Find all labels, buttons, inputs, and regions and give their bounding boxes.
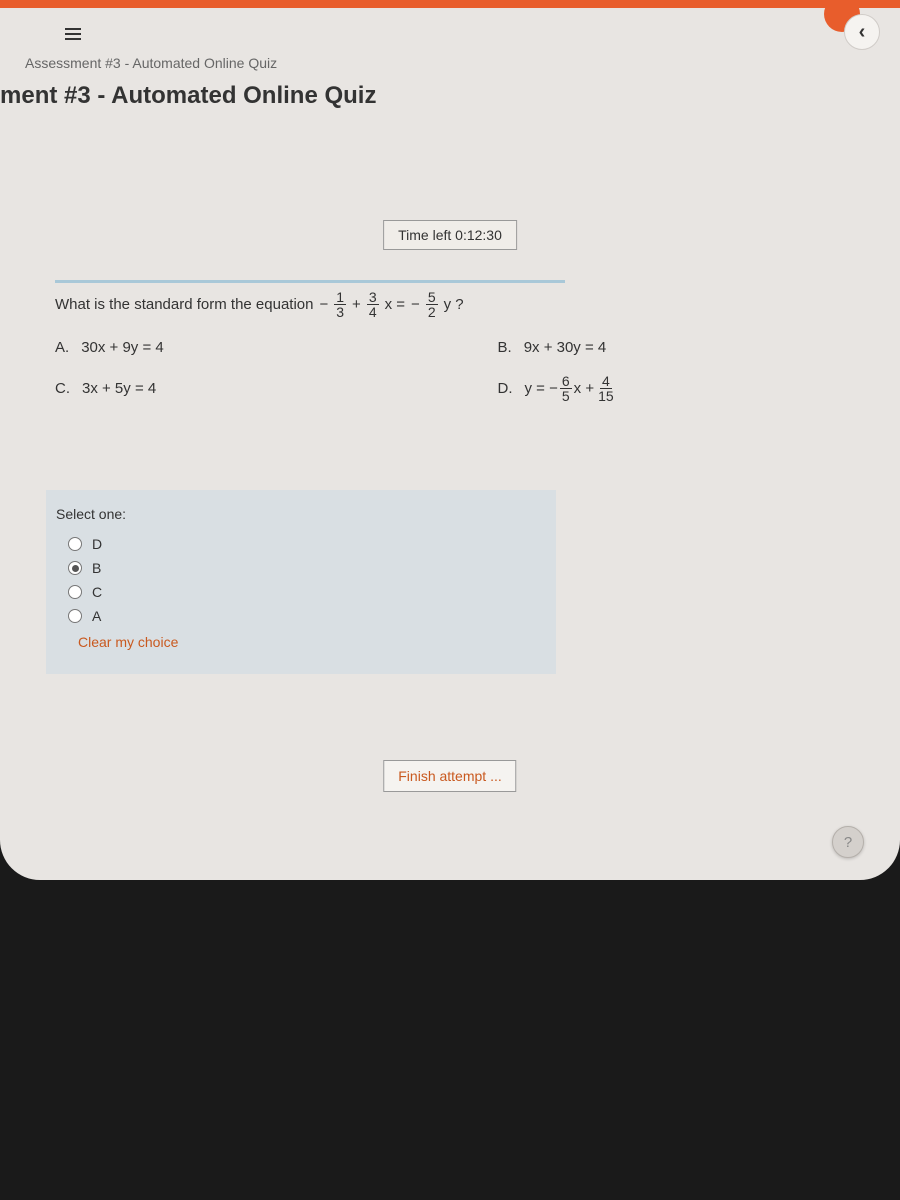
radio-icon bbox=[68, 537, 82, 551]
eq-minus: − bbox=[319, 296, 328, 313]
page-title: ment #3 - Automated Online Quiz bbox=[0, 82, 376, 110]
d-fraction-1: 6 5 bbox=[560, 374, 572, 403]
eq-plus: + bbox=[352, 296, 361, 313]
radio-label: C bbox=[92, 584, 102, 600]
accent-bar bbox=[0, 0, 900, 8]
eq-neg: − bbox=[411, 296, 420, 313]
divider bbox=[55, 280, 565, 283]
header-controls: ‹ bbox=[844, 14, 880, 50]
timer: Time left 0:12:30 bbox=[383, 220, 517, 250]
clear-choice-link[interactable]: Clear my choice bbox=[56, 628, 546, 656]
answer-d: D. y = − 6 5 x + 4 15 bbox=[498, 374, 900, 403]
select-title: Select one: bbox=[56, 506, 546, 522]
eq-xeq: x = bbox=[385, 296, 405, 313]
radio-icon bbox=[68, 585, 82, 599]
question-text: What is the standard form the equation −… bbox=[55, 290, 900, 319]
radio-option-d[interactable]: D bbox=[56, 532, 546, 556]
radio-option-c[interactable]: C bbox=[56, 580, 546, 604]
radio-icon bbox=[68, 609, 82, 623]
question-prompt: What is the standard form the equation bbox=[55, 296, 313, 313]
answer-c: C. 3x + 5y = 4 bbox=[55, 374, 458, 403]
radio-label: A bbox=[92, 608, 101, 624]
fraction-2: 3 4 bbox=[367, 290, 379, 319]
fraction-3: 5 2 bbox=[426, 290, 438, 319]
d-fraction-2: 4 15 bbox=[596, 374, 616, 403]
radio-label: D bbox=[92, 536, 102, 552]
select-one-panel: Select one: D B C A Clear my choice bbox=[46, 490, 556, 674]
help-icon[interactable]: ? bbox=[832, 826, 864, 858]
radio-option-b[interactable]: B bbox=[56, 556, 546, 580]
fraction-1: 1 3 bbox=[334, 290, 346, 319]
answer-b: B. 9x + 30y = 4 bbox=[498, 339, 900, 356]
answer-d-content: y = − 6 5 x + 4 15 bbox=[525, 374, 616, 403]
finish-attempt-button[interactable]: Finish attempt ... bbox=[383, 760, 516, 792]
answers-grid: A. 30x + 9y = 4 B. 9x + 30y = 4 C. 3x + … bbox=[55, 339, 900, 403]
eq-tail: y ? bbox=[444, 296, 464, 313]
menu-icon[interactable] bbox=[65, 28, 81, 40]
radio-icon bbox=[68, 561, 82, 575]
radio-option-a[interactable]: A bbox=[56, 604, 546, 628]
breadcrumb[interactable]: Assessment #3 - Automated Online Quiz bbox=[25, 55, 277, 71]
radio-label: B bbox=[92, 560, 101, 576]
app-frame: ‹ Assessment #3 - Automated Online Quiz … bbox=[0, 0, 900, 880]
chevron-left-icon[interactable]: ‹ bbox=[844, 14, 880, 50]
question-card: What is the standard form the equation −… bbox=[55, 290, 900, 433]
answer-a: A. 30x + 9y = 4 bbox=[55, 339, 458, 356]
